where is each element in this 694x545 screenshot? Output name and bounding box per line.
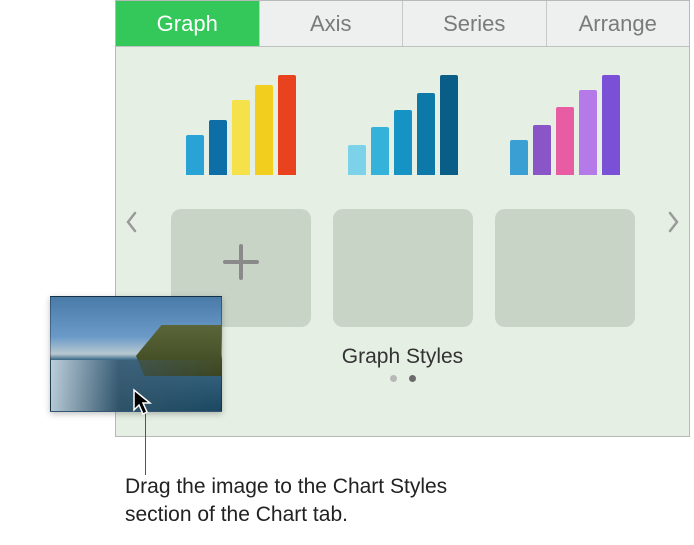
empty-style-slot[interactable] [333,209,473,327]
chart-bar [602,75,620,175]
chart-bar [278,75,296,175]
chart-bar [440,75,458,175]
style-preset-2[interactable] [333,69,473,187]
tab-bar: Graph Axis Series Arrange [116,1,689,47]
chart-bar [255,85,273,175]
page-dot[interactable] [390,375,397,382]
chevron-right-icon[interactable] [661,202,687,242]
tab-arrange[interactable]: Arrange [547,1,690,46]
chart-bar [348,145,366,175]
dragged-image-thumbnail[interactable] [50,296,222,412]
style-grid [116,69,689,327]
chart-bar [510,140,528,175]
chart-bar [209,120,227,175]
page-dot[interactable] [409,375,416,382]
tab-graph[interactable]: Graph [116,1,260,46]
callout-text: Drag the image to the Chart Styles secti… [125,473,485,530]
chart-bar [232,100,250,175]
chart-bar [394,110,412,175]
plus-icon [221,242,261,282]
chart-bar [186,135,204,175]
chevron-left-icon[interactable] [118,202,144,242]
chart-bar [579,90,597,175]
tab-series[interactable]: Series [403,1,547,46]
empty-style-slot[interactable] [495,209,635,327]
chart-bar [371,127,389,175]
chart-bar [533,125,551,175]
chart-bar [417,93,435,175]
style-preset-3[interactable] [495,69,635,187]
callout-leader-line [145,413,146,475]
chart-bar [556,107,574,175]
style-preset-1[interactable] [171,69,311,187]
tab-axis[interactable]: Axis [260,1,404,46]
